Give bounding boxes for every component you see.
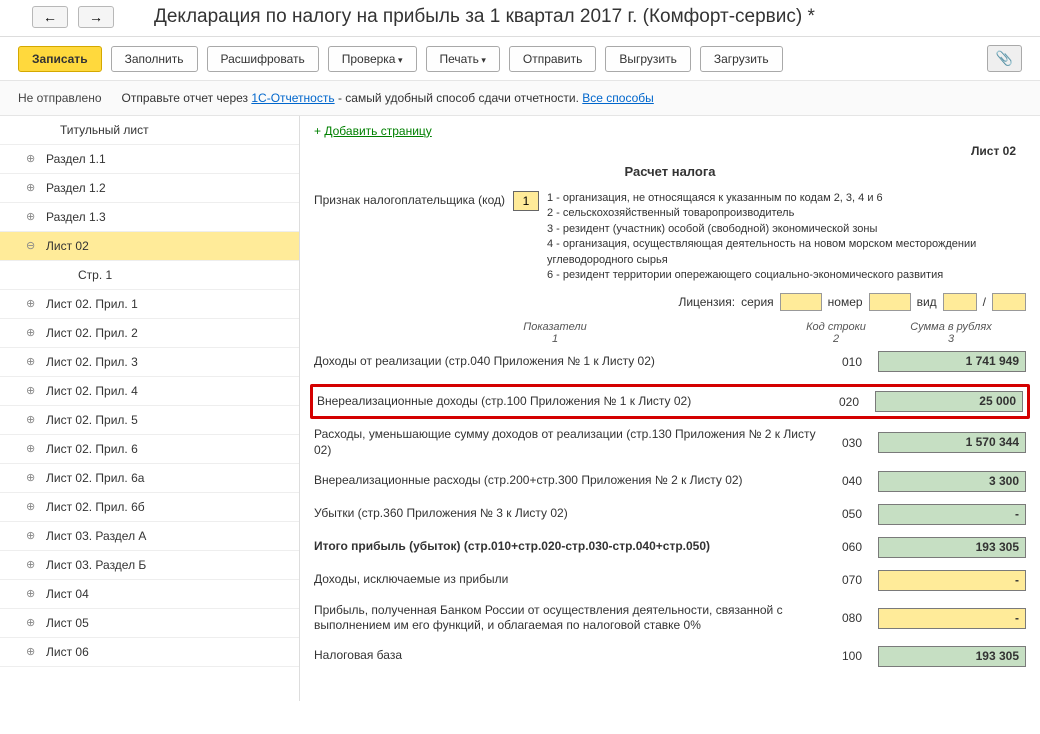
sidebar-item[interactable]: Лист 02. Прил. 3 [0,348,299,377]
row-label: Расходы, уменьшающие сумму доходов от ре… [314,427,826,458]
export-button[interactable]: Выгрузить [605,46,691,72]
row-code: 030 [834,436,870,450]
row-code: 070 [834,573,870,587]
sidebar-item[interactable]: Лист 02. Прил. 6 [0,435,299,464]
add-page-link[interactable]: Добавить страницу [324,124,431,138]
sidebar-item[interactable]: Лист 02 [0,232,299,261]
codes-description: 1 - организация, не относящаяся к указан… [547,191,1026,283]
row-label: Доходы, исключаемые из прибыли [314,572,826,588]
forward-button[interactable]: → [78,6,114,28]
toolbar: Записать Заполнить Расшифровать Проверка… [0,37,1040,81]
status-bar: Не отправлено Отправьте отчет через 1С-О… [0,81,1040,116]
license-row: Лицензия: серия номер вид / [314,293,1026,311]
table-row: Налоговая база 100 193 305 [314,646,1026,667]
sidebar-item[interactable]: Раздел 1.1 [0,145,299,174]
row-value[interactable]: - [878,570,1026,591]
sidebar-item[interactable]: Раздел 1.3 [0,203,299,232]
page-title: Декларация по налогу на прибыль за 1 ква… [154,6,815,28]
print-button[interactable]: Печать [426,46,500,72]
row-value[interactable]: 1 570 344 [878,432,1026,453]
sidebar-item[interactable]: Раздел 1.2 [0,174,299,203]
table-row: Итого прибыль (убыток) (стр.010+стр.020-… [314,537,1026,558]
decode-button[interactable]: Расшифровать [207,46,319,72]
row-label: Доходы от реализации (стр.040 Приложения… [314,354,826,370]
check-button[interactable]: Проверка [328,46,417,72]
row-code: 050 [834,507,870,521]
row-value[interactable]: - [878,608,1026,629]
row-value[interactable]: 25 000 [875,391,1023,412]
row-label: Прибыль, полученная Банком России от осу… [314,603,826,634]
sidebar-item[interactable]: Лист 02. Прил. 2 [0,319,299,348]
row-label: Внереализационные расходы (стр.200+стр.3… [314,473,826,489]
row-label: Итого прибыль (убыток) (стр.010+стр.020-… [314,539,826,555]
license-number[interactable] [869,293,911,311]
sheet-label: Лист 02 [314,144,1026,158]
row-code: 100 [834,649,870,663]
row-label: Внереализационные доходы (стр.100 Прилож… [317,394,823,410]
table-row: Прибыль, полученная Банком России от осу… [314,603,1026,634]
sidebar-item[interactable]: Лист 02. Прил. 6б [0,493,299,522]
back-button[interactable]: ← [32,6,68,28]
table-row: Расходы, уменьшающие сумму доходов от ре… [314,427,1026,458]
import-button[interactable]: Загрузить [700,46,783,72]
row-value[interactable]: 193 305 [878,537,1026,558]
status-text: Не отправлено [18,91,102,105]
sidebar-item[interactable]: Стр. 1 [0,261,299,290]
row-label: Убытки (стр.360 Приложения № 3 к Листу 0… [314,506,826,522]
link-1c[interactable]: 1С-Отчетность [251,91,334,105]
add-page: + Добавить страницу [314,124,1026,138]
sidebar: Титульный листРаздел 1.1Раздел 1.2Раздел… [0,116,300,701]
sidebar-item[interactable]: Лист 03. Раздел А [0,522,299,551]
calc-title: Расчет налога [314,164,1026,179]
table-row: Убытки (стр.360 Приложения № 3 к Листу 0… [314,504,1026,525]
sidebar-item[interactable]: Лист 02. Прил. 5 [0,406,299,435]
row-label: Налоговая база [314,648,826,664]
table-row: Доходы от реализации (стр.040 Приложения… [314,351,1026,372]
row-code: 060 [834,540,870,554]
taxpayer-label: Признак налогоплательщика (код) [314,191,505,207]
attach-button[interactable]: 📎 [987,45,1022,72]
row-code: 010 [834,355,870,369]
license-type[interactable] [943,293,977,311]
row-value[interactable]: 1 741 949 [878,351,1026,372]
table-row: Доходы, исключаемые из прибыли 070- [314,570,1026,591]
row-value[interactable]: 193 305 [878,646,1026,667]
row-value[interactable]: - [878,504,1026,525]
save-button[interactable]: Записать [18,46,102,72]
columns-header: Показатели1 Код строки2 Сумма в рублях3 [314,321,1026,345]
status-hint: Отправьте отчет через 1С-Отчетность - са… [122,91,654,105]
sidebar-item[interactable]: Лист 02. Прил. 1 [0,290,299,319]
sidebar-item[interactable]: Лист 05 [0,609,299,638]
send-button[interactable]: Отправить [509,46,597,72]
paperclip-icon: 📎 [996,50,1013,66]
license-sub[interactable] [992,293,1026,311]
table-row: Внереализационные расходы (стр.200+стр.3… [314,471,1026,492]
table-row: Внереализационные доходы (стр.100 Прилож… [310,384,1030,419]
sidebar-item[interactable]: Лист 03. Раздел Б [0,551,299,580]
taxpayer-code[interactable] [513,191,539,211]
sidebar-item[interactable]: Лист 04 [0,580,299,609]
sidebar-item[interactable]: Лист 02. Прил. 6а [0,464,299,493]
row-code: 020 [831,395,867,409]
row-code: 040 [834,474,870,488]
link-all-ways[interactable]: Все способы [582,91,654,105]
sidebar-item[interactable]: Лист 06 [0,638,299,667]
row-value[interactable]: 3 300 [878,471,1026,492]
license-series[interactable] [780,293,822,311]
content-area: + Добавить страницу Лист 02 Расчет налог… [300,116,1040,701]
row-code: 080 [834,611,870,625]
sidebar-item[interactable]: Лист 02. Прил. 4 [0,377,299,406]
sidebar-item[interactable]: Титульный лист [0,116,299,145]
fill-button[interactable]: Заполнить [111,46,198,72]
top-nav: ← → Декларация по налогу на прибыль за 1… [0,0,1040,37]
